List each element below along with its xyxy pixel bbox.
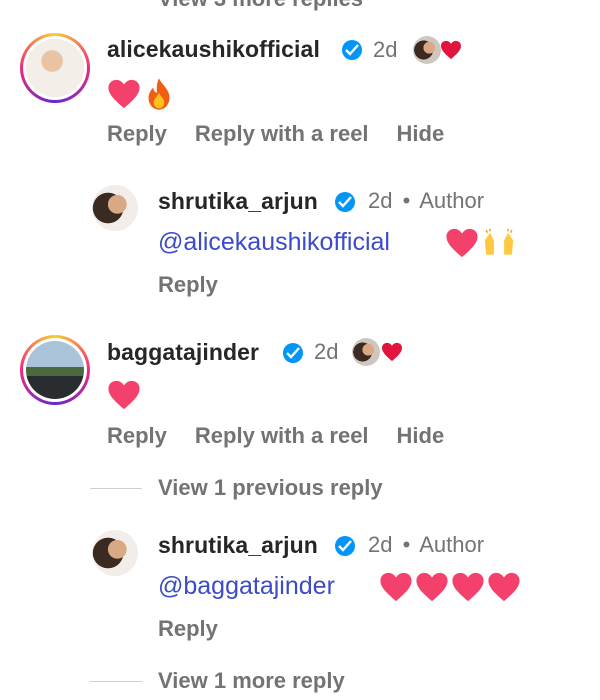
avatar-ring[interactable] — [20, 335, 90, 405]
verified-badge-icon — [335, 192, 355, 212]
comment-body: @baggatajinder — [158, 572, 335, 601]
red-heart-emoji-icon — [416, 572, 448, 602]
verified-badge-icon — [335, 536, 355, 556]
comment-actions: Reply — [158, 616, 218, 642]
comment-meta: 2d • Author — [368, 188, 484, 214]
comment-actions: Reply Reply with a reel Hide — [107, 423, 444, 449]
thread-divider-line — [90, 488, 142, 489]
hide-button[interactable]: Hide — [397, 423, 445, 449]
author-label: Author — [419, 532, 485, 557]
red-heart-emoji-icon — [380, 572, 412, 602]
comment-actions: Reply — [158, 272, 218, 298]
reply-button[interactable]: Reply — [107, 121, 167, 147]
red-heart-emoji-icon — [446, 228, 478, 258]
comment-body — [107, 77, 175, 111]
red-heart-emoji-icon — [108, 79, 140, 109]
avatar — [26, 39, 84, 97]
comment-time: 2d — [314, 339, 339, 364]
comment-meta: 2d • Author — [368, 532, 484, 558]
red-heart-emoji-icon — [488, 572, 520, 602]
comment-body — [107, 379, 141, 411]
reply-button[interactable]: Reply — [158, 272, 218, 298]
author-liked-avatar — [413, 36, 441, 64]
meta-separator: • — [402, 532, 411, 557]
hide-button[interactable]: Hide — [397, 121, 445, 147]
comment-time: 2d — [368, 188, 393, 213]
comment-time: 2d — [368, 532, 393, 557]
fire-emoji-icon — [148, 78, 170, 110]
verified-badge-icon — [342, 40, 362, 60]
comment-username[interactable]: baggatajinder — [107, 339, 259, 366]
author-liked-heart-icon — [382, 342, 402, 362]
red-heart-emoji-icon — [452, 572, 484, 602]
reply-button[interactable]: Reply — [107, 423, 167, 449]
reply-button[interactable]: Reply — [158, 616, 218, 642]
avatar[interactable] — [92, 185, 138, 231]
mention-link[interactable]: @alicekaushikofficial — [158, 228, 390, 256]
mention-link[interactable]: @baggatajinder — [158, 572, 335, 600]
avatar[interactable] — [92, 530, 138, 576]
red-heart-emoji-icon — [108, 380, 140, 410]
author-liked-heart-icon — [441, 40, 461, 60]
comment-emojis — [445, 227, 517, 259]
thread-divider-line — [90, 681, 142, 682]
reply-with-reel-button[interactable]: Reply with a reel — [195, 121, 369, 147]
verified-badge-icon — [283, 343, 303, 363]
raised-hands-emoji-icon — [484, 228, 514, 255]
avatar — [26, 341, 84, 399]
comments-thread: View 3 more replies alicekaushikofficial… — [0, 0, 600, 700]
comment-actions: Reply Reply with a reel Hide — [107, 121, 444, 147]
comment-username[interactable]: shrutika_arjun — [158, 532, 318, 559]
reply-with-reel-button[interactable]: Reply with a reel — [195, 423, 369, 449]
comment-body: @alicekaushikofficial — [158, 228, 390, 257]
view-more-reply-link[interactable]: View 1 more reply — [158, 668, 345, 694]
comment-time: 2d — [373, 37, 398, 62]
view-previous-reply-link[interactable]: View 1 previous reply — [158, 475, 383, 501]
author-label: Author — [419, 188, 485, 213]
author-liked-avatar — [352, 338, 380, 366]
view-more-replies-link[interactable]: View 3 more replies — [158, 0, 363, 12]
comment-emojis — [379, 571, 521, 603]
comment-username[interactable]: alicekaushikofficial — [107, 36, 320, 63]
comment-username[interactable]: shrutika_arjun — [158, 188, 318, 215]
avatar-ring[interactable] — [20, 33, 90, 103]
meta-separator: • — [402, 188, 411, 213]
